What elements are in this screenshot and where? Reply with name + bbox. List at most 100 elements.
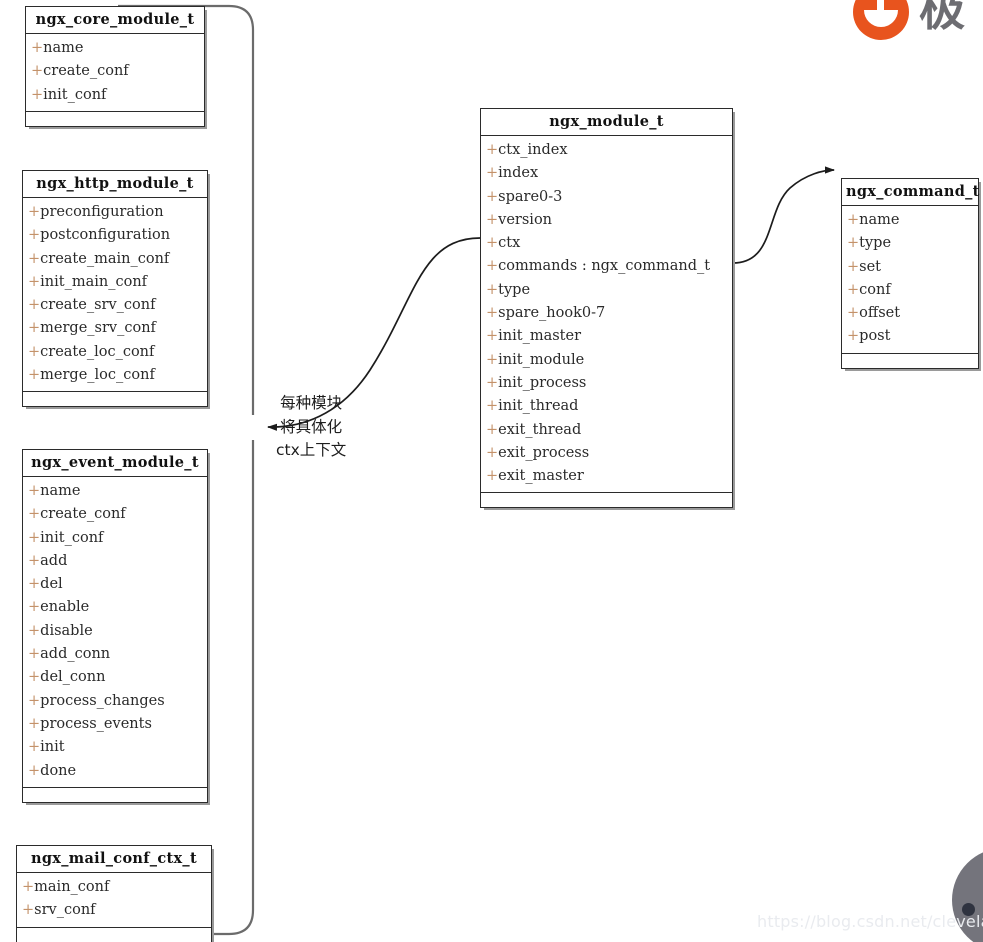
visibility-public-icon: + xyxy=(486,328,499,345)
attribute-label: create_conf xyxy=(40,506,126,523)
attribute-label: post xyxy=(859,328,891,345)
visibility-public-icon: + xyxy=(28,297,41,314)
attribute-label: preconfiguration xyxy=(40,204,164,220)
attribute-label: index xyxy=(498,165,539,182)
visibility-public-icon: + xyxy=(28,646,41,663)
visibility-public-icon: + xyxy=(486,188,499,205)
attribute-label: create_main_conf xyxy=(40,250,170,267)
class-attribute: +type xyxy=(481,279,732,302)
annotation-line: ctx上下文 xyxy=(276,441,347,459)
class-operations-compartment xyxy=(17,928,211,942)
attribute-label: ctx xyxy=(498,235,521,252)
class-attribute: +add_conn xyxy=(23,643,207,666)
connector-commands-to-command xyxy=(732,166,835,264)
class-attribute: +index xyxy=(481,162,732,185)
attribute-label: postconfiguration xyxy=(40,227,171,244)
visibility-public-icon: + xyxy=(22,879,35,895)
site-logo: 极 xyxy=(845,0,983,40)
attribute-label: del xyxy=(40,576,63,593)
class-box-ngx-module-t[interactable]: ngx_module_t +ctx_index +index +spare0-3… xyxy=(480,108,733,509)
attribute-label: init xyxy=(40,739,65,756)
attribute-label: process_changes xyxy=(40,692,165,709)
visibility-public-icon: + xyxy=(847,235,860,252)
attribute-label: name xyxy=(40,483,81,499)
visibility-public-icon: + xyxy=(486,351,499,368)
class-attributes: +name +type +set +conf +offset +post xyxy=(842,206,978,354)
class-operations-compartment xyxy=(23,788,207,802)
attribute-label: name xyxy=(859,212,900,228)
class-title: ngx_mail_conf_ctx_t xyxy=(17,846,211,873)
class-box-ngx-command-t[interactable]: ngx_command_t +name +type +set +conf +of… xyxy=(841,178,979,369)
attribute-label: del_conn xyxy=(40,669,106,686)
class-attribute: +process_changes xyxy=(23,690,207,713)
attribute-label: enable xyxy=(40,599,90,616)
visibility-public-icon: + xyxy=(847,212,860,228)
attribute-label: create_srv_conf xyxy=(40,297,156,314)
attribute-label: ctx_index xyxy=(498,142,568,158)
attribute-label: init_module xyxy=(498,351,585,368)
attribute-label: name xyxy=(43,40,84,56)
class-attribute: +exit_master xyxy=(481,465,732,488)
visibility-public-icon: + xyxy=(28,250,41,267)
class-attribute: +init xyxy=(23,736,207,759)
class-attribute: +ctx xyxy=(481,232,732,255)
class-box-ngx-mail-conf-ctx-t[interactable]: ngx_mail_conf_ctx_t +main_conf +srv_conf xyxy=(16,845,212,942)
visibility-public-icon: + xyxy=(28,552,41,569)
attribute-label: create_conf xyxy=(43,63,129,80)
visibility-public-icon: + xyxy=(486,444,499,461)
class-attribute: +preconfiguration xyxy=(23,201,207,224)
class-attribute: +disable xyxy=(23,620,207,643)
visibility-public-icon: + xyxy=(28,506,41,523)
attribute-label: type xyxy=(859,235,892,252)
class-box-ngx-http-module-t[interactable]: ngx_http_module_t +preconfiguration +pos… xyxy=(22,170,208,408)
class-attribute: +post xyxy=(842,325,978,348)
attribute-label: init_conf xyxy=(40,529,104,546)
class-attribute: +exit_process xyxy=(481,442,732,465)
class-attributes: +ctx_index +index +spare0-3 +version +ct… xyxy=(481,136,732,494)
class-title: ngx_event_module_t xyxy=(23,450,207,477)
attribute-label: exit_master xyxy=(498,468,584,485)
class-title: ngx_command_t xyxy=(842,179,979,206)
class-attribute: +merge_loc_conf xyxy=(23,364,207,387)
attribute-label: commands : ngx_command_t xyxy=(498,258,711,275)
visibility-public-icon: + xyxy=(28,715,41,732)
diagram-canvas: ngx_core_module_t +name +create_conf +in… xyxy=(0,0,983,942)
class-attribute: +create_conf xyxy=(23,503,207,526)
visibility-public-icon: + xyxy=(28,320,41,337)
class-attribute: +spare_hook0-7 xyxy=(481,302,732,325)
class-operations-compartment xyxy=(23,392,207,406)
class-attribute: +exit_thread xyxy=(481,419,732,442)
attribute-label: add_conn xyxy=(40,646,111,663)
visibility-public-icon: + xyxy=(28,669,41,686)
attribute-label: spare_hook0-7 xyxy=(498,305,606,322)
attribute-label: init_main_conf xyxy=(40,273,148,290)
watermark-url: https://blog.csdn.net/cleveland_ xyxy=(757,912,983,931)
visibility-public-icon: + xyxy=(31,63,44,80)
class-box-ngx-core-module-t[interactable]: ngx_core_module_t +name +create_conf +in… xyxy=(25,6,205,127)
class-attribute: +main_conf xyxy=(17,876,211,899)
class-attribute: +spare0-3 xyxy=(481,186,732,209)
visibility-public-icon: + xyxy=(28,692,41,709)
visibility-public-icon: + xyxy=(28,739,41,756)
attribute-label: init_process xyxy=(498,374,587,391)
visibility-public-icon: + xyxy=(31,40,44,56)
class-attribute: +del_conn xyxy=(23,666,207,689)
class-attribute: +init_conf xyxy=(26,84,204,107)
attribute-label: process_events xyxy=(40,715,152,732)
class-attribute: +srv_conf xyxy=(17,899,211,922)
class-attribute: +commands : ngx_command_t xyxy=(481,255,732,278)
visibility-public-icon: + xyxy=(28,227,41,244)
visibility-public-icon: + xyxy=(28,762,41,779)
attribute-label: init_thread xyxy=(498,398,579,415)
attribute-label: offset xyxy=(859,305,901,322)
class-attributes: +main_conf +srv_conf xyxy=(17,873,211,928)
class-attribute: +ctx_index xyxy=(481,139,732,162)
class-attribute: +enable xyxy=(23,596,207,619)
attribute-label: srv_conf xyxy=(34,902,96,919)
attribute-label: merge_srv_conf xyxy=(40,320,156,337)
class-operations-compartment xyxy=(26,112,204,126)
logo-wordmark: 极 xyxy=(919,0,965,36)
class-box-ngx-event-module-t[interactable]: ngx_event_module_t +name +create_conf +i… xyxy=(22,449,208,803)
class-attribute: +name xyxy=(26,37,204,60)
class-attribute: +init_module xyxy=(481,349,732,372)
